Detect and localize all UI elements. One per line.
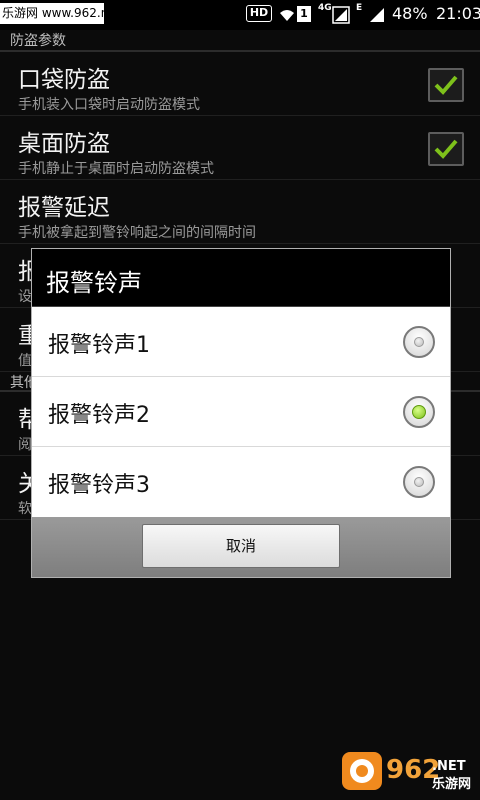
network-e-label: E bbox=[356, 3, 363, 13]
battery-level: 48% bbox=[392, 4, 428, 23]
logo-suffix: .NET bbox=[432, 759, 466, 774]
wifi-icon bbox=[278, 6, 296, 28]
logo-icon: 962 .NET 乐游网 bbox=[342, 752, 471, 792]
status-bar: 乐游网 www.962.net HD 1 4G E 48% 21:03 bbox=[0, 0, 480, 30]
check-icon bbox=[434, 75, 458, 95]
radio-button[interactable] bbox=[403, 466, 435, 498]
option-label: 报警铃声1 bbox=[48, 333, 150, 358]
network-4g-label: 4G bbox=[318, 3, 332, 13]
ringtone-option-2[interactable]: 报警铃声2 bbox=[32, 377, 450, 447]
site-logo-watermark: 962 .NET 乐游网 bbox=[340, 748, 474, 794]
option-label: 报警铃声3 bbox=[48, 473, 150, 498]
cancel-button[interactable]: 取消 bbox=[142, 524, 340, 568]
pocket-antitheft-checkbox[interactable] bbox=[428, 68, 464, 102]
dialog-title-bar: 报警铃声 bbox=[32, 249, 450, 307]
ringtone-option-3[interactable]: 报警铃声3 bbox=[32, 447, 450, 517]
desktop-antitheft-checkbox[interactable] bbox=[428, 132, 464, 166]
hd-badge: HD bbox=[246, 5, 272, 22]
signal-icon-2 bbox=[368, 6, 386, 28]
pref-title: 口袋防盗 bbox=[18, 67, 110, 93]
radio-button[interactable] bbox=[403, 326, 435, 358]
sim-badge: 1 bbox=[297, 6, 311, 22]
pref-desktop-antitheft[interactable]: 桌面防盗 手机静止于桌面时启动防盗模式 bbox=[0, 116, 480, 180]
logo-caption: 乐游网 bbox=[432, 776, 471, 792]
pref-summary: 手机被拿起到警铃响起之间的间隔时间 bbox=[18, 225, 256, 241]
signal-icon bbox=[332, 6, 350, 28]
dialog-footer: 取消 bbox=[32, 517, 450, 577]
radio-dot-icon bbox=[412, 405, 426, 419]
radio-dot-icon bbox=[414, 337, 424, 347]
pref-summary: 手机装入口袋时启动防盗模式 bbox=[18, 97, 200, 113]
pref-summary: 值 bbox=[18, 353, 32, 369]
check-icon bbox=[434, 139, 458, 159]
pref-pocket-antitheft[interactable]: 口袋防盗 手机装入口袋时启动防盗模式 bbox=[0, 52, 480, 116]
pref-summary: 软 bbox=[18, 501, 32, 517]
pref-summary: 设 bbox=[18, 289, 32, 305]
radio-dot-icon bbox=[414, 477, 424, 487]
ringtone-option-1[interactable]: 报警铃声1 bbox=[32, 307, 450, 377]
dialog-title: 报警铃声 bbox=[46, 269, 142, 297]
clock: 21:03 bbox=[436, 4, 480, 23]
section-header-antitheft: 防盗参数 bbox=[0, 30, 480, 52]
ringtone-dialog: 报警铃声 报警铃声1 报警铃声2 报警铃声3 取消 bbox=[31, 248, 451, 578]
pref-summary: 手机静止于桌面时启动防盗模式 bbox=[18, 161, 214, 177]
ringtone-options: 报警铃声1 报警铃声2 报警铃声3 bbox=[32, 307, 450, 517]
site-watermark-text: 乐游网 www.962.net bbox=[0, 3, 104, 24]
pref-summary: 阅 bbox=[18, 437, 32, 453]
pref-title: 报警延迟 bbox=[18, 195, 110, 221]
pref-title: 桌面防盗 bbox=[18, 131, 110, 157]
pref-alarm-delay[interactable]: 报警延迟 手机被拿起到警铃响起之间的间隔时间 bbox=[0, 180, 480, 244]
option-label: 报警铃声2 bbox=[48, 403, 150, 428]
radio-button-selected[interactable] bbox=[403, 396, 435, 428]
